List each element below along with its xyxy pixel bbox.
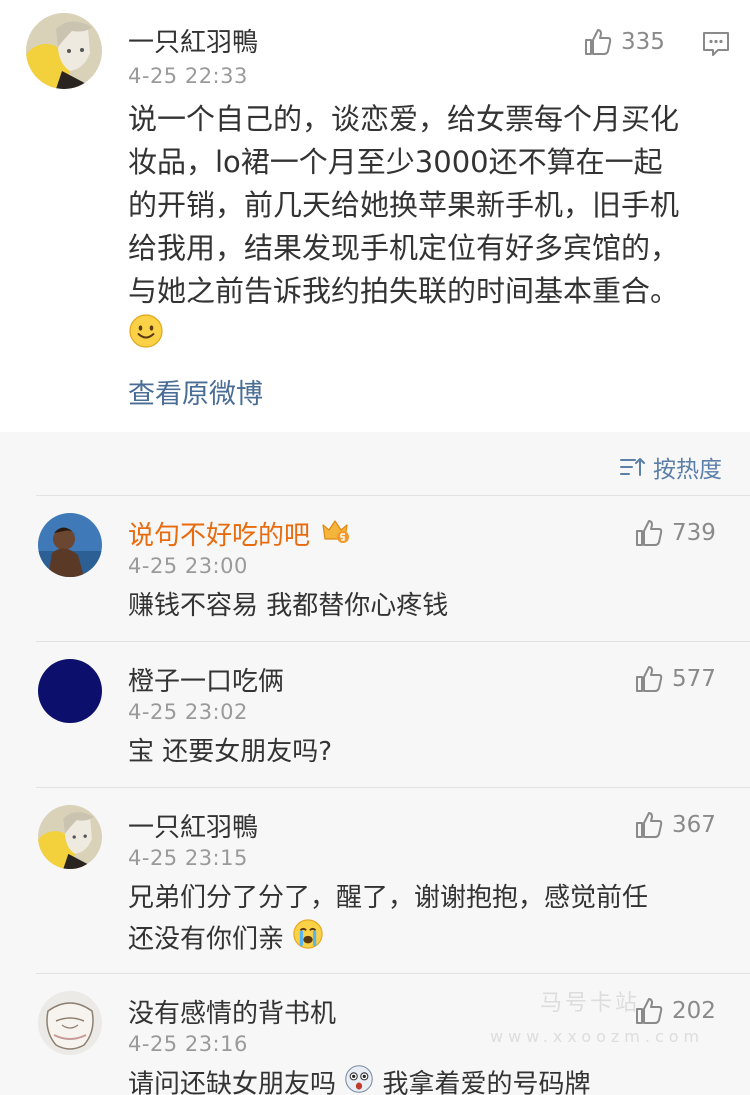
comment-time: 4-25 23:16 xyxy=(128,1032,248,1056)
comment-text: 宝 还要女朋友吗? xyxy=(128,737,333,767)
post-line: 说一个自己的，谈恋爱，给女票每个月买化 xyxy=(128,102,680,136)
post-line: 的开销，前几天给她换苹果新手机，旧手机 xyxy=(128,188,680,222)
post-time: 4-25 22:33 xyxy=(128,64,248,88)
divider xyxy=(36,641,750,642)
comment-text: 请问还缺女朋友吗 我拿着爱的号码牌 xyxy=(128,1064,591,1095)
thumbs-up-icon xyxy=(585,29,612,55)
comment-like-button[interactable]: 202 xyxy=(634,996,716,1026)
commenter-avatar[interactable] xyxy=(38,513,102,577)
comment-text: 还没有你们亲 xyxy=(128,918,324,962)
post-like-count: 335 xyxy=(621,29,665,55)
main-post: 一只紅羽鴨 4-25 22:33 335 说一个自己的，谈恋爱，给女票每个月买化… xyxy=(0,0,750,432)
post-line: 妆品，lo裙一个月至少3000还不算在一起 xyxy=(128,145,663,179)
comment-text-line: 还没有你们亲 xyxy=(128,924,285,955)
commenter-name[interactable]: 一只紅羽鴨 xyxy=(128,807,258,844)
commenter-avatar[interactable] xyxy=(38,991,102,1055)
thumbs-up-icon xyxy=(636,520,663,546)
commenter-name[interactable]: 说句不好吃的吧 xyxy=(128,515,310,552)
sort-by-hot-button[interactable]: 按热度 xyxy=(619,450,722,484)
surprised-emoji xyxy=(344,1064,374,1095)
smile-emoji xyxy=(128,313,164,361)
sort-icon xyxy=(620,458,645,476)
commenter-avatar[interactable] xyxy=(38,805,102,869)
post-author-avatar[interactable] xyxy=(26,13,102,89)
thumbs-up-icon xyxy=(636,666,663,692)
crying-emoji xyxy=(292,918,324,962)
post-like-button[interactable]: 335 xyxy=(583,27,665,57)
comment-text: 赚钱不容易 我都替你心疼钱 xyxy=(128,591,449,621)
comment-text-line: 我拿着爱的号码牌 xyxy=(382,1069,591,1095)
divider xyxy=(36,787,750,788)
commenter-avatar[interactable] xyxy=(38,659,102,723)
thumbs-up-icon xyxy=(636,812,663,838)
comment-time: 4-25 23:15 xyxy=(128,846,248,870)
post-line: 与她之前告诉我约拍失联的时间基本重合。 xyxy=(128,274,680,308)
comment-time: 4-25 23:02 xyxy=(128,700,248,724)
divider xyxy=(36,495,750,496)
comment-like-button[interactable]: 367 xyxy=(634,810,716,840)
comment-like-button[interactable]: 577 xyxy=(634,664,716,694)
sort-label: 按热度 xyxy=(653,457,722,483)
post-line: 给我用，结果发现手机定位有好多宾馆的， xyxy=(128,231,680,265)
crown-badge-icon xyxy=(320,515,350,545)
comment-text-line: 请问还缺女朋友吗 xyxy=(128,1069,337,1095)
divider xyxy=(36,973,750,974)
comment-time: 4-25 23:00 xyxy=(128,554,248,578)
comment-like-count: 367 xyxy=(672,812,716,838)
commenter-name[interactable]: 没有感情的背书机 xyxy=(128,993,336,1030)
comment-text: 兄弟们分了分了，醒了，谢谢抱抱，感觉前任 xyxy=(128,883,649,913)
thumbs-up-icon xyxy=(636,998,663,1024)
post-body: 说一个自己的，谈恋爱，给女票每个月买化 妆品，lo裙一个月至少3000还不算在一… xyxy=(128,98,728,361)
commenter-name[interactable]: 橙子一口吃俩 xyxy=(128,661,284,698)
comment-icon[interactable] xyxy=(701,30,731,58)
view-original-link[interactable]: 查看原微博 xyxy=(128,372,263,411)
comment-like-count: 577 xyxy=(672,666,716,692)
comment-like-button[interactable]: 739 xyxy=(634,518,716,548)
post-author-name[interactable]: 一只紅羽鴨 xyxy=(128,22,258,59)
comment-like-count: 202 xyxy=(672,998,716,1024)
comment-like-count: 739 xyxy=(672,520,716,546)
